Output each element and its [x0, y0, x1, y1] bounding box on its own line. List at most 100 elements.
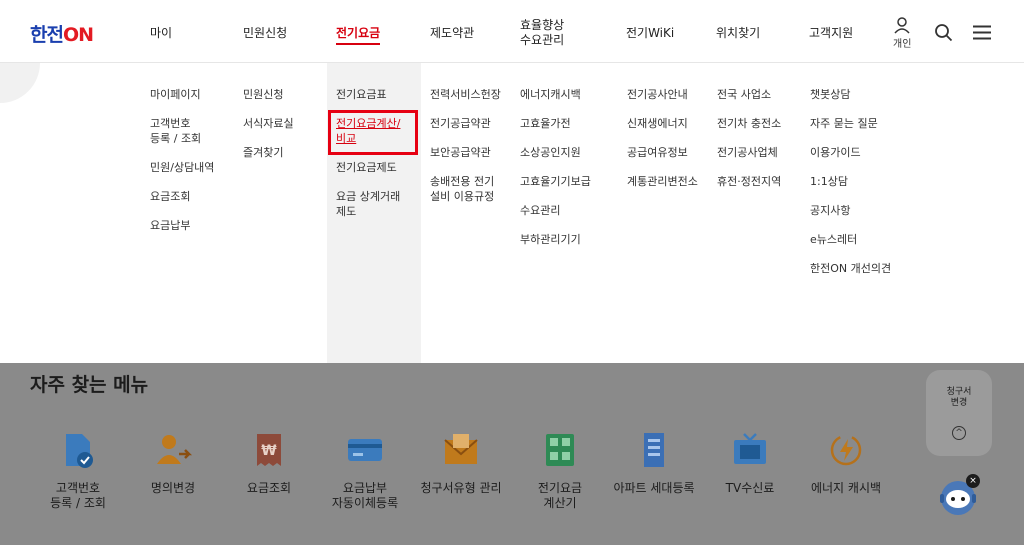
document-check-icon — [58, 430, 98, 470]
menu-col-rates: 전기요금표 전기요금계산/ 비교 전기요금제도 요금 상계거래 제도 — [336, 87, 400, 233]
scroll-top-icon[interactable]: ^ — [952, 426, 966, 440]
menu-item-bill-payment[interactable]: 요금납부 — [150, 218, 214, 233]
menu-item-offices[interactable]: 전국 사업소 — [717, 87, 781, 102]
menu-item-efficient-devices[interactable]: 고효율기기보급 — [520, 174, 591, 189]
menu-item-chatbot[interactable]: 챗봇상담 — [810, 87, 891, 102]
menu-item-favorites[interactable]: 즐겨찾기 — [243, 145, 294, 160]
menu-item-bill-inquiry[interactable]: 요금조회 — [150, 189, 214, 204]
envelope-icon — [441, 430, 481, 470]
menu-item-load-devices[interactable]: 부하관리기기 — [520, 232, 591, 247]
menu-item-faq[interactable]: 자주 묻는 질문 — [810, 116, 891, 131]
nav-wiki[interactable]: 전기WiKi — [626, 24, 674, 41]
nav-terms[interactable]: 제도약관 — [430, 24, 474, 41]
menu-item-one-on-one[interactable]: 1:1상담 — [810, 174, 891, 189]
site-header: 한전ON 마이 민원신청 전기요금 제도약관 효율향상 수요관리 전기WiKi … — [0, 0, 1024, 63]
menu-item-mypage[interactable]: 마이페이지 — [150, 87, 214, 102]
fav-bill-inquiry[interactable]: ₩ 요금조회 — [224, 430, 314, 496]
fav-bill-type-label: 청구서유형 관리 — [420, 481, 502, 495]
fav-apartment[interactable]: 아파트 세대등록 — [609, 430, 699, 496]
fav-name-change[interactable]: 명의변경 — [128, 430, 218, 496]
menu-item-forms[interactable]: 서식자료실 — [243, 116, 294, 131]
menu-item-demand-management[interactable]: 수요관리 — [520, 203, 591, 218]
user-icon — [894, 17, 910, 34]
menu-item-rate-system[interactable]: 전기요금제도 — [336, 160, 400, 175]
menu-button[interactable] — [973, 25, 991, 40]
fav-energy-cashback[interactable]: 에너지 캐시백 — [801, 430, 891, 496]
fav-auto-payment-label: 요금납부 자동이체등록 — [331, 481, 399, 510]
menu-col-wiki: 전기공사안내 신재생에너지 공급여유정보 계통관리변전소 — [627, 87, 698, 203]
nav-efficiency[interactable]: 효율향상 수요관리 — [520, 18, 564, 48]
search-button[interactable] — [934, 23, 953, 42]
svg-text:₩: ₩ — [261, 443, 277, 459]
card-icon — [345, 430, 385, 470]
menu-item-petition-history[interactable]: 민원/상담내역 — [150, 160, 214, 175]
menu-item-substation[interactable]: 계통관리변전소 — [627, 174, 698, 189]
menu-item-outage-areas[interactable]: 휴전·정전지역 — [717, 174, 781, 189]
menu-item-customer-number[interactable]: 고객번호 등록 / 조회 — [150, 116, 214, 146]
calculator-icon — [540, 430, 580, 470]
bill-change-button[interactable]: 청구서 변경 — [926, 387, 992, 409]
logo-text: 한전 — [30, 24, 64, 46]
menu-item-energy-cashback[interactable]: 에너지캐시백 — [520, 87, 591, 102]
menu-item-transmission-rules[interactable]: 송배전용 전기 설비 이용규정 — [430, 174, 501, 204]
bill-change-line1: 청구서 — [946, 387, 972, 397]
menu-col-terms: 전력서비스헌장 전기공급약관 보안공급약관 송배전용 전기 설비 이용규정 — [430, 87, 501, 218]
menu-item-rate-table[interactable]: 전기요금표 — [336, 87, 400, 102]
fav-rate-calculator[interactable]: 전기요금 계산기 — [515, 430, 605, 511]
fav-tv-fee-label: TV수신료 — [725, 481, 775, 495]
menu-item-notices[interactable]: 공지사항 — [810, 203, 891, 218]
menu-item-rate-calculator[interactable]: 전기요금계산/ 비교 — [336, 116, 400, 146]
fav-name-change-label: 명의변경 — [150, 481, 196, 495]
menu-item-feedback[interactable]: 한전ON 개선의견 — [810, 261, 891, 276]
menu-item-small-business[interactable]: 소상공인지원 — [520, 145, 591, 160]
kepco-on-logo[interactable]: 한전ON — [30, 20, 94, 47]
chatbot-close-icon[interactable]: × — [966, 474, 980, 488]
hamburger-icon — [973, 25, 991, 40]
menu-item-newsletter[interactable]: e뉴스레터 — [810, 232, 891, 247]
menu-item-service-charter[interactable]: 전력서비스헌장 — [430, 87, 501, 102]
nav-civil-petition[interactable]: 민원신청 — [243, 24, 287, 41]
fav-customer-number[interactable]: 고객번호 등록 / 조회 — [33, 430, 123, 511]
menu-item-net-metering[interactable]: 요금 상계거래 제도 — [336, 189, 400, 219]
menu-col-efficiency: 에너지캐시백 고효율가전 소상공인지원 고효율기기보급 수요관리 부하관리기기 — [520, 87, 591, 261]
menu-item-supply-capacity[interactable]: 공급여유정보 — [627, 145, 698, 160]
logo-on: ON — [62, 24, 94, 46]
won-receipt-icon: ₩ — [249, 430, 289, 470]
fav-customer-number-label: 고객번호 등록 / 조회 — [50, 481, 106, 510]
menu-col-my: 마이페이지 고객번호 등록 / 조회 민원/상담내역 요금조회 요금납부 — [150, 87, 214, 247]
nav-electric-rates[interactable]: 전기요금 — [336, 24, 381, 45]
nav-efficiency-line1: 효율향상 — [520, 18, 565, 32]
fav-apartment-label: 아파트 세대등록 — [613, 481, 695, 495]
user-button[interactable]: 개인 — [893, 16, 911, 50]
menu-item-supply-terms[interactable]: 전기공급약관 — [430, 116, 501, 131]
fav-energy-cashback-label: 에너지 캐시백 — [810, 481, 882, 495]
menu-item-petition[interactable]: 민원신청 — [243, 87, 294, 102]
menu-col-petition: 민원신청 서식자료실 즐겨찾기 — [243, 87, 294, 174]
menu-item-efficient-appliances[interactable]: 고효율가전 — [520, 116, 591, 131]
bill-change-line2: 변경 — [950, 398, 968, 408]
menu-col-support: 챗봇상담 자주 묻는 질문 이용가이드 1:1상담 공지사항 e뉴스레터 한전O… — [810, 87, 891, 290]
fav-bill-type[interactable]: 청구서유형 관리 — [416, 430, 506, 496]
search-icon — [935, 24, 953, 42]
menu-item-renewable[interactable]: 신재생에너지 — [627, 116, 698, 131]
mega-menu-panel: 마이페이지 고객번호 등록 / 조회 민원/상담내역 요금조회 요금납부 민원신… — [0, 23, 1024, 363]
menu-item-ev-charging[interactable]: 전기차 충전소 — [717, 116, 781, 131]
nav-location[interactable]: 위치찾기 — [716, 24, 760, 41]
fav-auto-payment[interactable]: 요금납부 자동이체등록 — [320, 430, 410, 511]
menu-item-construction-guide[interactable]: 전기공사안내 — [627, 87, 698, 102]
nav-support[interactable]: 고객지원 — [809, 24, 853, 41]
fav-bill-inquiry-label: 요금조회 — [246, 481, 292, 495]
energy-cashback-icon — [826, 430, 866, 470]
menu-item-guide[interactable]: 이용가이드 — [810, 145, 891, 160]
fav-rate-calculator-label: 전기요금 계산기 — [537, 481, 583, 510]
favorites-title: 자주 찾는 메뉴 — [30, 374, 149, 396]
chatbot-button[interactable]: × — [938, 474, 982, 518]
nav-efficiency-line2: 수요관리 — [520, 33, 565, 47]
nav-my[interactable]: 마이 — [150, 24, 172, 41]
floating-quick-box: 청구서 변경 ^ — [926, 370, 992, 456]
menu-item-security-terms[interactable]: 보안공급약관 — [430, 145, 501, 160]
menu-item-contractors[interactable]: 전기공사업체 — [717, 145, 781, 160]
fav-tv-fee[interactable]: TV수신료 — [705, 430, 795, 496]
apartment-icon — [634, 430, 674, 470]
menu-col-location: 전국 사업소 전기차 충전소 전기공사업체 휴전·정전지역 — [717, 87, 781, 203]
